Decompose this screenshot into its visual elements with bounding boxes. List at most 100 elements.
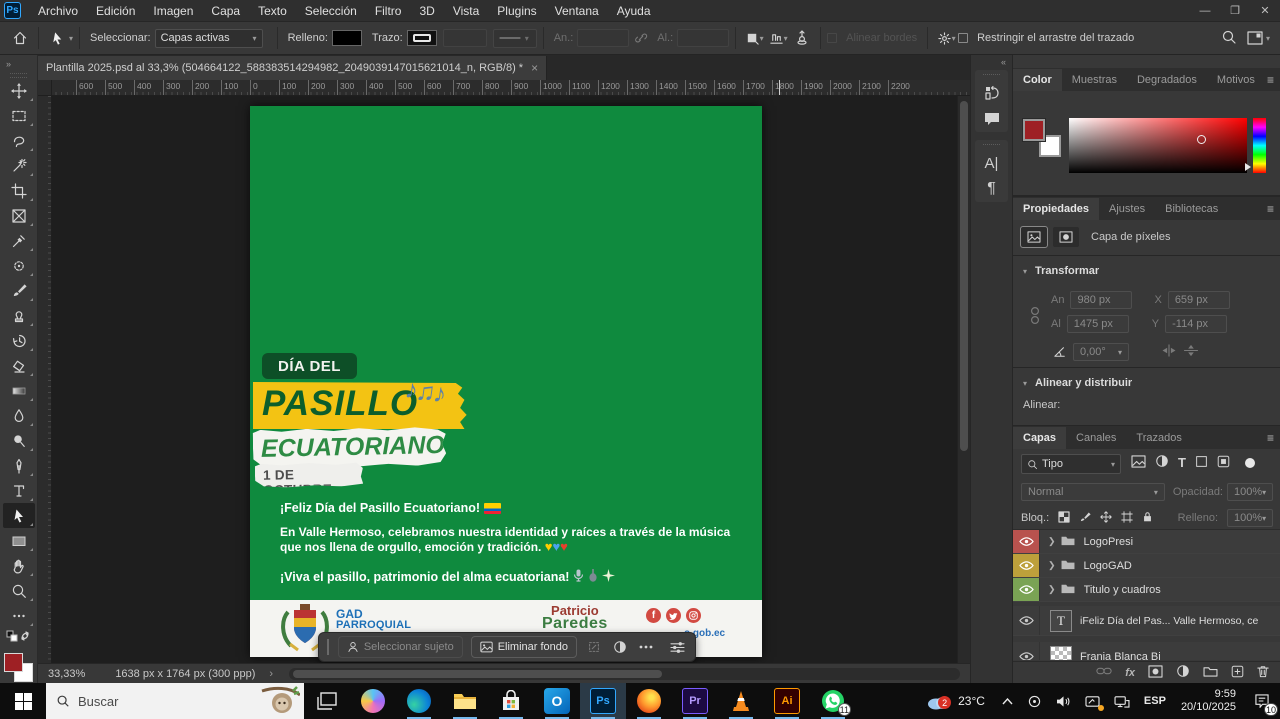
stroke-width-field[interactable]	[443, 29, 487, 47]
home-icon[interactable]	[8, 27, 32, 49]
filter-type-layers-icon[interactable]: T	[1178, 455, 1186, 470]
eraser-tool[interactable]	[3, 353, 35, 378]
rectangular-marquee-tool[interactable]	[3, 103, 35, 128]
add-mask-icon[interactable]	[1148, 665, 1163, 681]
tray-chevron-icon[interactable]	[995, 683, 1020, 719]
taskbar-app-whatsapp[interactable]: 11	[810, 683, 856, 719]
lock-position-icon[interactable]	[1100, 511, 1112, 526]
tool-preset-chevron-icon[interactable]: ▾	[69, 34, 73, 43]
quick-selection-tool[interactable]	[3, 153, 35, 178]
menu-item-ventana[interactable]: Ventana	[546, 0, 608, 22]
mask-thumb-icon[interactable]	[1053, 227, 1079, 247]
history-panel-icon[interactable]	[975, 80, 1008, 106]
tray-input-icon[interactable]	[1078, 683, 1107, 719]
expand-group-icon[interactable]: ❯	[1048, 560, 1056, 571]
remove-background-button[interactable]: Eliminar fondo	[471, 636, 577, 658]
taskbar-app-illustrator[interactable]: Ai	[764, 683, 810, 719]
rectangle-shape-tool[interactable]	[3, 528, 35, 553]
new-layer-icon[interactable]	[1231, 665, 1244, 681]
layer-row-3[interactable]: ❯Titulo y cuadros	[1013, 578, 1280, 602]
lasso-tool[interactable]	[3, 128, 35, 153]
dodge-tool[interactable]	[3, 428, 35, 453]
taskbar-app-task-view[interactable]	[304, 683, 350, 719]
menu-item-selección[interactable]: Selección	[296, 0, 366, 22]
hand-tool[interactable]	[3, 553, 35, 578]
color-field[interactable]	[1069, 118, 1247, 173]
lock-all-icon[interactable]	[1142, 511, 1153, 526]
text-layer-thumbnail[interactable]: T	[1050, 610, 1072, 632]
delete-layer-icon[interactable]	[1257, 665, 1269, 681]
eyedropper-tool[interactable]	[3, 228, 35, 253]
tray-network-icon[interactable]	[1107, 683, 1137, 719]
menu-item-imagen[interactable]: Imagen	[144, 0, 202, 22]
filter-toggle[interactable]	[1245, 458, 1255, 468]
select-subject-button[interactable]: Seleccionar sujeto	[338, 636, 463, 658]
document-canvas[interactable]: DÍA DEL PASILLO ♪♫♪ ECUATORIANO 1 DE OCT…	[250, 106, 762, 657]
taskbar-search[interactable]: Buscar	[46, 683, 304, 719]
hue-slider[interactable]	[1253, 118, 1266, 173]
taskbar-app-copilot[interactable]	[350, 683, 396, 719]
fill-swatch[interactable]	[332, 30, 362, 46]
history-brush-tool[interactable]	[3, 328, 35, 353]
restringir-checkbox[interactable]: Restringir el arrastre del trazado	[958, 32, 1138, 44]
alinear-bordes-checkbox[interactable]: Alinear bordes	[827, 32, 921, 44]
lock-artboard-icon[interactable]	[1121, 511, 1133, 526]
pixel-layer-thumbnail[interactable]	[1050, 646, 1072, 661]
properties-sliders-icon[interactable]	[669, 636, 687, 658]
fill-field[interactable]: 100%▾	[1227, 509, 1273, 527]
layers-tab-capas[interactable]: Capas	[1013, 427, 1066, 449]
color-menu-icon[interactable]: ≡	[1267, 73, 1280, 91]
menu-item-capa[interactable]: Capa	[202, 0, 249, 22]
foreground-color-swatch[interactable]	[1023, 119, 1045, 141]
link-dimensions-icon[interactable]	[629, 27, 653, 49]
transform-image-icon[interactable]	[585, 636, 603, 658]
visibility-eye-icon[interactable]	[1013, 554, 1040, 577]
filter-pixel-layers-icon[interactable]	[1131, 455, 1146, 471]
visibility-eye-icon[interactable]	[1013, 606, 1040, 635]
expand-panels-icon[interactable]: «	[971, 55, 1012, 68]
ruler-corner[interactable]	[38, 80, 52, 96]
filter-smart-objects-icon[interactable]	[1217, 455, 1230, 471]
context-bar-drag-handle[interactable]	[327, 639, 330, 655]
weather-widget[interactable]: 2 23°C	[916, 692, 995, 710]
layer-name[interactable]: Franja Blanca Bi	[1080, 651, 1161, 661]
new-adjustment-layer-icon[interactable]	[1176, 664, 1190, 681]
flip-horizontal-icon[interactable]	[1161, 344, 1177, 360]
tray-meet-icon[interactable]	[1020, 683, 1049, 719]
width-field[interactable]	[577, 29, 629, 47]
menu-item-filtro[interactable]: Filtro	[366, 0, 411, 22]
menu-item-archivo[interactable]: Archivo	[29, 0, 87, 22]
type-tool[interactable]	[3, 478, 35, 503]
lock-pixels-icon[interactable]	[1079, 511, 1091, 526]
visibility-eye-icon[interactable]	[1013, 578, 1040, 601]
color-tab-color[interactable]: Color	[1013, 69, 1062, 91]
layer-name[interactable]: LogoPresi	[1084, 536, 1134, 548]
expand-group-icon[interactable]: ❯	[1048, 536, 1056, 547]
spot-healing-tool[interactable]	[3, 253, 35, 278]
frame-tool[interactable]	[3, 203, 35, 228]
paragraph-panel-icon[interactable]: ¶	[975, 176, 1008, 202]
gradient-tool[interactable]	[3, 378, 35, 403]
default-colors-icon[interactable]	[6, 630, 18, 645]
path-arrangement-icon[interactable]	[790, 27, 814, 49]
taskbar-app-edge[interactable]	[396, 683, 442, 719]
path-selection-tool[interactable]	[3, 503, 35, 528]
layer-filter-dropdown[interactable]: Tipo ▾	[1021, 454, 1121, 474]
menu-item-plugins[interactable]: Plugins	[488, 0, 545, 22]
tray-speaker-icon[interactable]	[1049, 683, 1078, 719]
minimize-button[interactable]: —	[1190, 0, 1220, 21]
blend-mode-dropdown[interactable]: Normal▾	[1021, 483, 1165, 501]
notification-center-icon[interactable]: 10	[1244, 683, 1280, 719]
seleccionar-dropdown[interactable]: Capas activas ▾	[155, 29, 263, 48]
layer-name[interactable]: iFeliz Día del Pas... Valle Hermoso, ce	[1080, 615, 1258, 627]
horizontal-scrollbar[interactable]	[289, 668, 960, 680]
angle-field[interactable]: 0,00°▾	[1073, 343, 1129, 361]
brush-tool[interactable]	[3, 278, 35, 303]
taskbar-app-premiere[interactable]: Pr	[672, 683, 718, 719]
layer-row-4[interactable]: TiFeliz Día del Pas... Valle Hermoso, ce	[1013, 606, 1280, 636]
visibility-eye-icon[interactable]	[1013, 530, 1040, 553]
layer-row-5[interactable]: Franja Blanca Bi	[1013, 642, 1280, 660]
stroke-type-dropdown[interactable]: ▾	[493, 29, 537, 48]
link-wh-icon[interactable]	[1029, 303, 1041, 329]
layer-name[interactable]: Titulo y cuadros	[1084, 584, 1161, 596]
